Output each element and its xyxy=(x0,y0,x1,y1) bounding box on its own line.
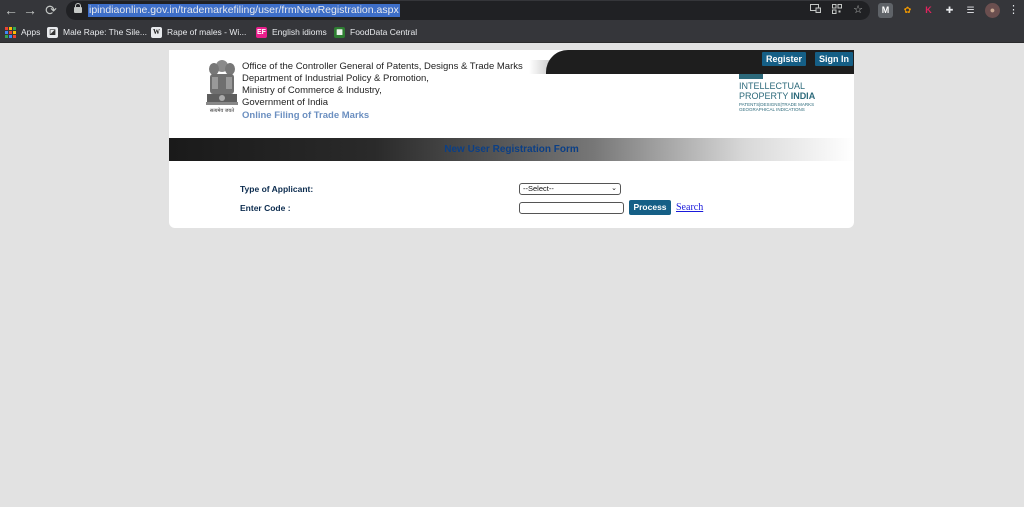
bookmark-english-idioms[interactable]: EF English idioms xyxy=(256,25,327,39)
applicant-type-value: --Select-- xyxy=(523,184,554,193)
url-text[interactable]: ipindiaonline.gov.in/trademarkefiling/us… xyxy=(88,4,400,17)
back-arrow-icon[interactable]: ← xyxy=(2,2,20,19)
bookmark-label: FoodData Central xyxy=(350,27,418,37)
chevron-down-icon: ⌄ xyxy=(611,185,617,192)
ip-logo-line4: GEOGRAPHICAL INDICATIONS xyxy=(739,107,805,112)
org-line: Government of India xyxy=(242,97,329,108)
ef-logo-icon: EF xyxy=(256,26,267,38)
m-extension-icon[interactable]: M xyxy=(878,3,893,18)
reading-list-icon[interactable]: ☰ xyxy=(963,3,978,18)
qr-code-icon[interactable] xyxy=(830,4,844,17)
menu-kebab-icon[interactable]: ⋮ xyxy=(1006,3,1021,18)
org-line: Ministry of Commerce & Industry, xyxy=(242,85,382,96)
header-strip: Register Sign In xyxy=(546,50,854,74)
page-favicon-icon: ◪ xyxy=(47,26,58,38)
ip-logo-mark xyxy=(739,74,763,79)
search-link[interactable]: Search xyxy=(676,202,703,213)
bookmark-fooddata[interactable]: ▦ FoodData Central xyxy=(334,25,417,39)
register-button[interactable]: Register xyxy=(762,52,807,66)
lock-icon[interactable] xyxy=(74,3,82,15)
bookmark-label: Male Rape: The Sile... xyxy=(63,27,147,37)
forward-arrow-icon[interactable]: → xyxy=(21,2,39,19)
ip-logo-property: PROPERTY xyxy=(739,91,791,101)
bookmark-label: Apps xyxy=(21,27,41,37)
address-bar[interactable]: ipindiaonline.gov.in/trademarkefiling/us… xyxy=(66,1,870,20)
k-extension-icon[interactable]: K xyxy=(921,3,936,18)
star-icon[interactable]: ☆ xyxy=(851,4,865,17)
profile-avatar-icon[interactable]: ● xyxy=(985,3,1000,18)
form-title: New User Registration Form xyxy=(444,144,579,155)
bookmark-male-rape[interactable]: ◪ Male Rape: The Sile... xyxy=(47,25,147,39)
ip-logo-line1: INTELLECTUAL xyxy=(739,81,806,91)
reload-icon[interactable]: ⟳ xyxy=(42,2,60,19)
applicant-type-select[interactable]: --Select-- ⌄ xyxy=(519,183,621,195)
bookmark-label: Rape of males - Wi... xyxy=(167,27,247,37)
national-emblem-logo: सत्यमेव जयते xyxy=(202,57,242,117)
enter-code-label: Enter Code : xyxy=(240,203,291,213)
bookmark-label: English idioms xyxy=(272,27,327,37)
screen-cast-icon[interactable] xyxy=(808,4,822,17)
applicant-type-label: Type of Applicant: xyxy=(240,184,314,194)
usda-icon: ▦ xyxy=(334,26,345,38)
organization-block: Office of the Controller General of Pate… xyxy=(242,61,523,122)
browser-toolbar: ← → ⟳ ipindiaonline.gov.in/trademarkefil… xyxy=(0,0,1024,21)
code-input[interactable] xyxy=(519,202,624,214)
process-button[interactable]: Process xyxy=(629,200,671,215)
ip-india-logo: INTELLECTUAL PROPERTY INDIA PATENTS|DESI… xyxy=(739,74,827,114)
ip-logo-india: INDIA xyxy=(790,91,816,101)
ip-logo-line2: PROPERTY INDIA xyxy=(739,92,815,101)
org-line: Department of Industrial Policy & Promot… xyxy=(242,73,429,84)
bookmarks-bar: Apps ◪ Male Rape: The Sile... W Rape of … xyxy=(0,21,1024,43)
emblem-motto: सत्यमेव जयते xyxy=(209,108,235,114)
form-title-band: New User Registration Form xyxy=(169,138,854,161)
puzzle-extensions-icon[interactable]: ✚ xyxy=(942,3,957,18)
sign-in-button[interactable]: Sign In xyxy=(815,52,853,66)
wikipedia-icon: W xyxy=(151,26,162,38)
bookmark-wikipedia[interactable]: W Rape of males - Wi... xyxy=(151,25,246,39)
registration-card: Register Sign In सत्यमेव जयते Office of … xyxy=(169,50,854,228)
apps-grid-icon xyxy=(5,26,16,38)
honey-extension-icon[interactable]: ✿ xyxy=(900,3,915,18)
org-line: Office of the Controller General of Pate… xyxy=(242,61,523,72)
bookmark-apps[interactable]: Apps xyxy=(5,25,40,39)
site-tagline: Online Filing of Trade Marks xyxy=(242,110,370,121)
